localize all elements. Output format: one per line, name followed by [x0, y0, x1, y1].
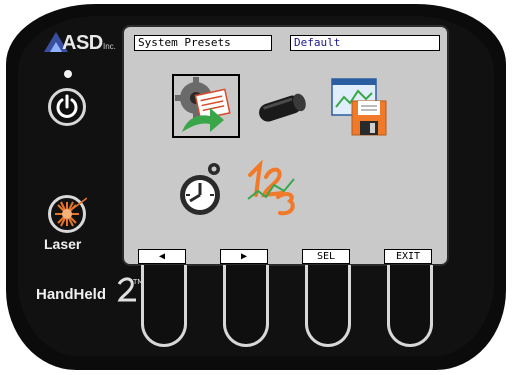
laser-burst-icon [55, 197, 87, 227]
softkey-right[interactable]: ▶ [220, 249, 268, 264]
laser-label: Laser [44, 236, 82, 252]
save-chart-icon [331, 78, 387, 136]
power-button[interactable] [48, 88, 86, 126]
laser-button[interactable] [48, 195, 87, 233]
softkey-exit[interactable]: EXIT [384, 249, 432, 264]
save-chart-tile[interactable] [328, 73, 396, 139]
softkey-sel[interactable]: SEL [302, 249, 350, 264]
hw-button-right[interactable] [223, 265, 269, 347]
power-led [64, 70, 72, 78]
display-screen: System Presets Default ◀ ▶ SEL EXIT [122, 25, 449, 266]
power-icon [56, 94, 78, 118]
stopwatch-tile[interactable] [176, 159, 232, 219]
stopwatch-icon [180, 163, 220, 215]
numbers-123-tile[interactable] [244, 155, 304, 219]
page-title: System Presets [134, 35, 272, 51]
softkey-bar: ◀ ▶ SEL EXIT [124, 249, 447, 264]
hw-button-left[interactable] [141, 265, 187, 347]
sensor-tube-icon [259, 93, 306, 122]
brand-name: ASD [62, 32, 103, 54]
softkey-left[interactable]: ◀ [138, 249, 186, 264]
brand-suffix: Inc. [103, 42, 116, 51]
settings-export-tile[interactable] [172, 74, 240, 138]
numbers-123-icon [247, 159, 295, 216]
sensor-tube-tile[interactable] [254, 87, 310, 127]
hw-button-sel[interactable] [305, 265, 351, 347]
model-mark-icon: TM [117, 277, 142, 302]
preset-field[interactable]: Default [290, 35, 440, 51]
settings-export-icon [175, 77, 231, 132]
hw-button-exit[interactable] [387, 265, 433, 347]
model-name: HandHeld [36, 286, 107, 303]
